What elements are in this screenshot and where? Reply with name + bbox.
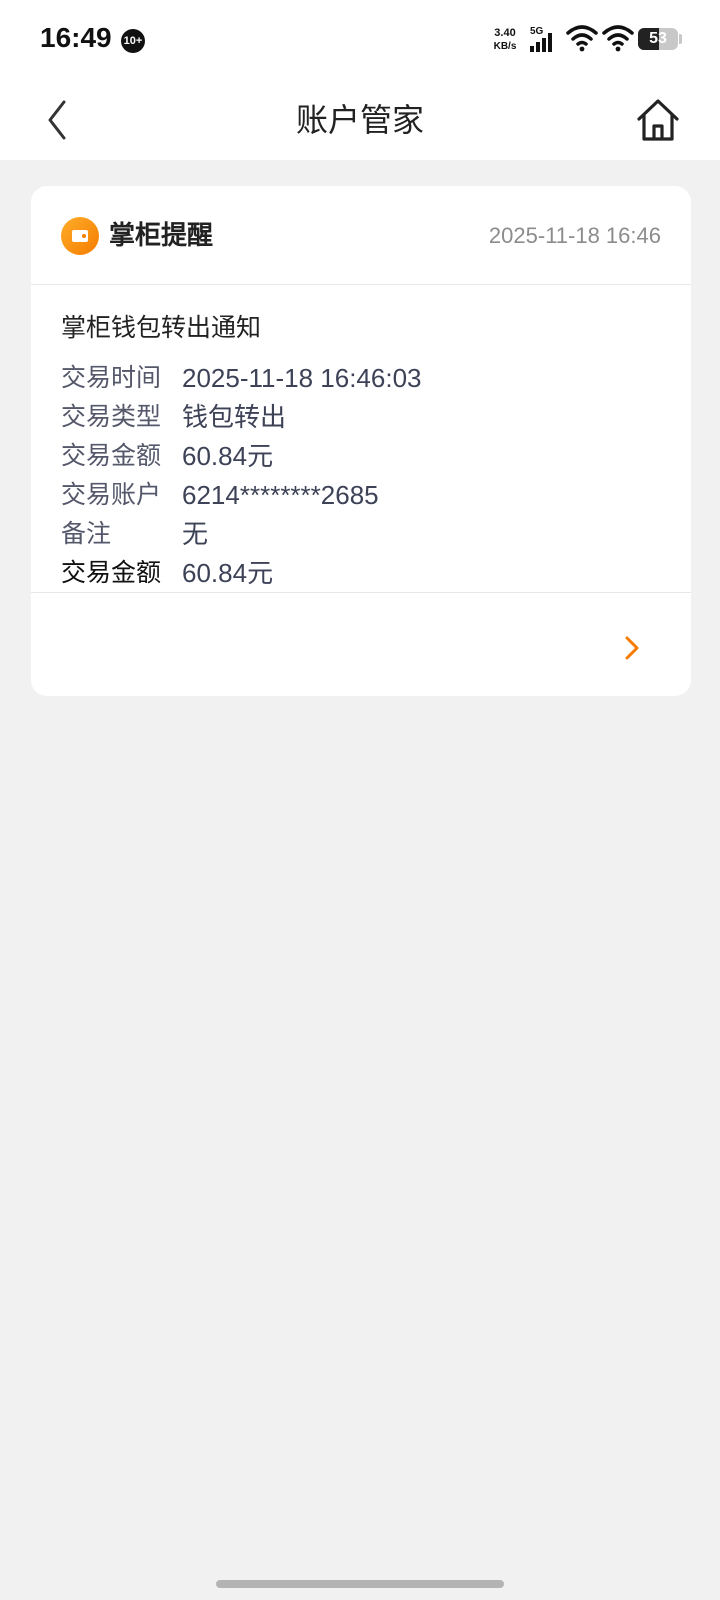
wallet-icon <box>61 217 99 255</box>
detail-value: 钱包转出 <box>182 402 287 432</box>
detail-row-transaction-time: 交易时间 2025-11-18 16:46:03 <box>61 360 681 399</box>
message-timestamp: 2025-11-18 16:46 <box>488 223 661 248</box>
detail-label: 交易金额 <box>61 441 162 470</box>
wifi-icon <box>602 25 634 52</box>
detail-label: 交易金额 <box>61 558 162 587</box>
detail-value: 2025-11-18 16:46:03 <box>182 363 422 393</box>
detail-label: 交易时间 <box>61 363 162 392</box>
view-details-row[interactable] <box>31 604 691 696</box>
card-header: 掌柜提醒 2025-11-18 16:46 <box>31 186 691 290</box>
battery-icon: 53 <box>638 28 678 50</box>
detail-row-transaction-amount: 交易金额 60.84元 <box>61 438 681 477</box>
network-speed-unit: KB/s <box>493 41 517 52</box>
home-indicator[interactable] <box>216 1580 504 1588</box>
status-time: 16:49 <box>40 22 112 53</box>
message-card[interactable]: 掌柜提醒 2025-11-18 16:46 掌柜钱包转出通知 交易时间 2025… <box>31 186 691 696</box>
status-bar: 16:49 10+ 3.40 KB/s 5G 53 <box>0 0 720 80</box>
home-icon <box>637 99 679 141</box>
detail-value: 6214********2685 <box>182 480 379 510</box>
network-speed-value: 3.40 <box>494 27 516 39</box>
navigation-bar: 账户管家 <box>0 80 720 160</box>
message-title: 掌柜钱包转出通知 <box>61 313 262 342</box>
divider <box>31 592 691 593</box>
home-button[interactable] <box>634 96 682 144</box>
notification-badge: 10+ <box>121 29 145 53</box>
cellular-signal-icon: 5G <box>530 26 562 54</box>
battery-level-text: 53 <box>649 30 667 47</box>
detail-row-transaction-account: 交易账户 6214********2685 <box>61 477 681 516</box>
detail-value: 无 <box>182 519 209 549</box>
brand-name: 掌柜提醒 <box>109 221 214 251</box>
detail-list: 交易时间 2025-11-18 16:46:03 交易类型 钱包转出 交易金额 … <box>61 360 681 594</box>
chevron-right-icon[interactable] <box>621 630 645 666</box>
page-title: 账户管家 <box>295 101 424 139</box>
detail-row-remark: 备注 无 <box>61 516 681 555</box>
detail-row-transaction-amount: 交易金额 60.84元 <box>61 555 681 594</box>
network-speed: 3.40 KB/s <box>488 27 522 53</box>
detail-label: 交易账户 <box>61 480 162 509</box>
detail-value: 60.84元 <box>182 558 274 588</box>
network-type: 5G <box>530 26 544 37</box>
divider <box>31 284 691 285</box>
detail-label: 备注 <box>61 519 112 548</box>
battery-tip <box>679 34 682 44</box>
wifi-icon <box>566 25 598 52</box>
detail-value: 60.84元 <box>182 441 274 471</box>
detail-row-transaction-type: 交易类型 钱包转出 <box>61 399 681 438</box>
detail-label: 交易类型 <box>61 402 162 431</box>
